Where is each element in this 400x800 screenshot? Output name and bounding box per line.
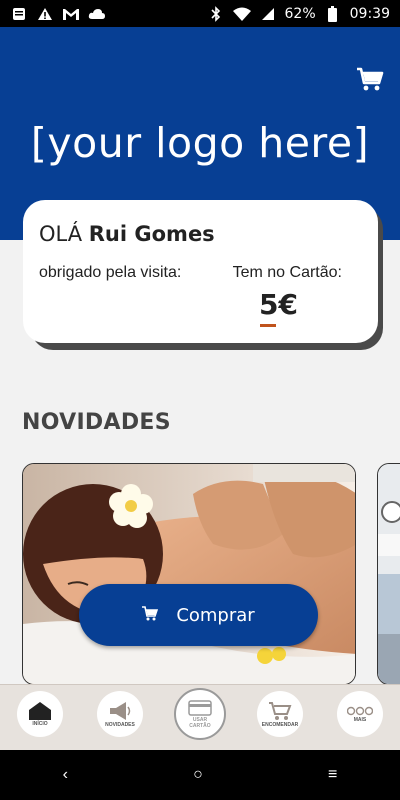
bottom-nav: INÍCIO NOVIDADES USAR CARTÃO ENCOMENDAR …	[0, 684, 400, 750]
promo-card-next[interactable]	[377, 463, 400, 685]
spa-massage-photo	[23, 464, 355, 684]
bluetooth-icon	[207, 5, 225, 22]
section-title-novidades: NOVIDADES	[22, 410, 171, 435]
gmail-icon	[62, 6, 80, 22]
greeting: OLÁ Rui Gomes	[39, 222, 215, 246]
nav-label-usar-cartao: USAR CARTÃO	[189, 716, 211, 729]
nav-item-mais[interactable]: MAIS	[337, 691, 383, 737]
status-left	[10, 6, 106, 22]
welcome-card: OLÁ Rui Gomes obrigado pela visita: Tem …	[23, 200, 378, 343]
more-icon	[347, 706, 373, 715]
clock: 09:39	[349, 5, 390, 22]
nav-label-mais: MAIS	[353, 716, 367, 723]
home-icon	[29, 701, 51, 720]
nav-item-novidades[interactable]: NOVIDADES	[97, 691, 143, 737]
gallery-icon	[10, 6, 28, 22]
nav-item-inicio[interactable]: INÍCIO	[17, 691, 63, 737]
balance-underline	[260, 324, 276, 327]
cart-icon[interactable]	[356, 65, 384, 93]
battery-percent: 62%	[284, 5, 316, 22]
logo-placeholder: [your logo here]	[30, 119, 370, 167]
nav-label-inicio: INÍCIO	[32, 720, 48, 727]
buy-button[interactable]: Comprar	[79, 584, 318, 646]
cart-icon	[142, 605, 159, 626]
cart-icon	[269, 701, 292, 720]
greeting-prefix: OLÁ	[39, 222, 83, 246]
user-name: Rui Gomes	[88, 222, 215, 246]
cloud-icon	[88, 6, 106, 22]
card-balance: 5€	[259, 288, 298, 321]
megaphone-icon	[110, 701, 131, 720]
nav-label-encomendar: ENCOMENDAR	[261, 721, 299, 728]
signal-icon	[259, 6, 277, 22]
status-bar: 62% 09:39	[0, 0, 400, 27]
menu-button[interactable]: ≡	[328, 766, 337, 784]
status-right: 62% 09:39	[207, 5, 390, 22]
nav-item-encomendar[interactable]: ENCOMENDAR	[257, 691, 303, 737]
card-icon	[188, 699, 212, 716]
thanks-text: obrigado pela visita:	[39, 264, 182, 281]
nav-item-usar-cartao[interactable]: USAR CARTÃO	[174, 688, 226, 740]
buy-button-label: Comprar	[176, 604, 255, 626]
warning-icon	[36, 6, 54, 22]
wifi-icon	[232, 6, 251, 22]
home-button[interactable]: ○	[193, 766, 203, 784]
app-screen: 62% 09:39 [your logo here] OLÁ Rui Gomes…	[0, 0, 400, 800]
nav-label-novidades: NOVIDADES	[105, 721, 135, 728]
promo-image-next	[378, 464, 400, 684]
android-nav-bar: ‹ ○ ≡	[0, 750, 400, 800]
card-balance-label: Tem no Cartão:	[232, 264, 342, 281]
promo-card[interactable]	[22, 463, 356, 685]
battery-icon	[324, 5, 342, 22]
back-button[interactable]: ‹	[63, 766, 68, 784]
